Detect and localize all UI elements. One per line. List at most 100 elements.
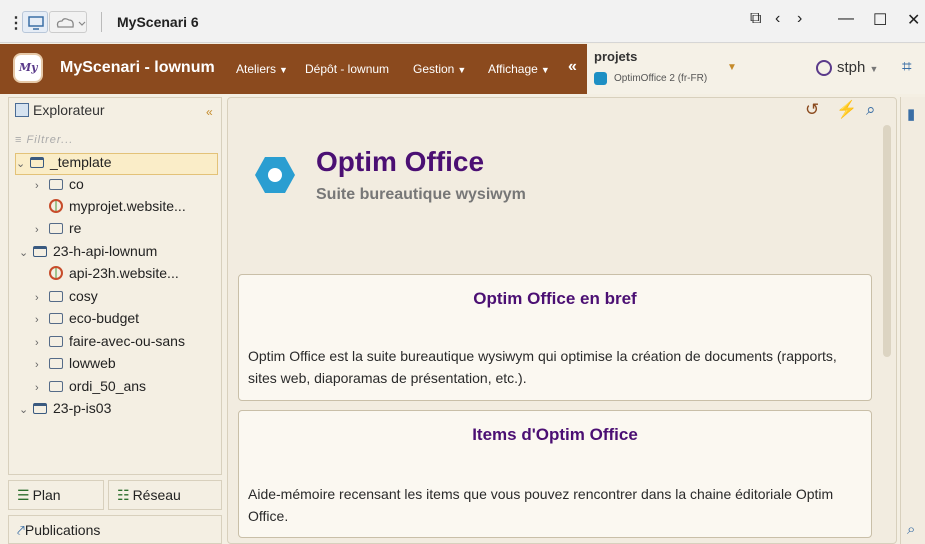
tree-item[interactable]: › faire-avec-ou-sans bbox=[9, 333, 221, 355]
chevron-down-icon[interactable]: ⌄ bbox=[16, 157, 30, 170]
user-area: stph ▼ ⌗ bbox=[785, 44, 925, 94]
folder-icon bbox=[49, 358, 63, 369]
card-body: Aide-mémoire recensant les items que vou… bbox=[248, 486, 834, 524]
chevron-down-icon: ▼ bbox=[457, 65, 467, 75]
bookmark-icon[interactable]: ▮ bbox=[907, 105, 915, 123]
folder-icon bbox=[49, 336, 63, 347]
tree-item[interactable]: › re bbox=[9, 220, 221, 242]
network-icon: ☷ bbox=[117, 487, 130, 503]
chevron-right-icon[interactable]: › bbox=[35, 337, 49, 349]
zoom-search-icon[interactable]: ⌕ bbox=[907, 521, 915, 538]
chevron-down-icon: ▼ bbox=[279, 65, 288, 75]
menu-depot[interactable]: Dépôt - lownum bbox=[305, 62, 389, 76]
history-icon[interactable]: ↺ bbox=[805, 100, 819, 120]
tab-label: Plan bbox=[32, 487, 61, 503]
workspace-icon bbox=[33, 246, 47, 257]
explorer-icon bbox=[15, 103, 29, 117]
folder-icon bbox=[49, 381, 63, 392]
card-body: Optim Office est la suite bureautique wy… bbox=[248, 348, 837, 386]
fullscreen-icon[interactable]: ⌗ bbox=[902, 57, 912, 77]
tree-item[interactable]: ⌄ 23-p-is03 bbox=[9, 400, 221, 422]
chevron-right-icon[interactable]: › bbox=[35, 180, 49, 192]
explorer-panel: Explorateur « ≡ Filtrer... ⌄ _template › c… bbox=[8, 97, 222, 475]
pip-icon[interactable]: ⧉ bbox=[750, 10, 761, 28]
window-titlebar: ⋮ MyScenari 6 ⧉ ‹ › — ☐ ✕ bbox=[0, 0, 925, 43]
card-title: Optim Office en bref bbox=[473, 289, 637, 308]
collapse-explorer-button[interactable]: « bbox=[206, 105, 213, 119]
filter-placeholder: Filtrer... bbox=[26, 134, 74, 146]
filter-input[interactable]: ≡ Filtrer... bbox=[15, 134, 73, 146]
tree-item[interactable]: ⌄ 23-h-api-lownum bbox=[9, 243, 221, 265]
tab-plan[interactable]: ☰ Plan bbox=[8, 480, 104, 510]
tree-item[interactable]: myprojet.website... bbox=[9, 198, 221, 220]
user-name: stph bbox=[837, 59, 866, 76]
optimoffice-icon bbox=[594, 72, 607, 85]
website-icon bbox=[49, 199, 63, 213]
tree-item-label: re bbox=[69, 220, 82, 236]
chevron-down-icon[interactable]: ⌄ bbox=[19, 403, 33, 416]
tree-item-label: faire-avec-ou-sans bbox=[69, 333, 185, 349]
user-menu[interactable]: stph ▼ bbox=[837, 59, 878, 76]
tree-item-label: api-23h.website... bbox=[69, 265, 179, 281]
app-title: MyScenari - lownum bbox=[60, 59, 215, 76]
publications-icon: ⤤ bbox=[17, 522, 25, 538]
menu-affichage[interactable]: Affichage ▼ bbox=[488, 62, 550, 76]
scrollbar[interactable] bbox=[883, 125, 891, 357]
chevron-right-icon[interactable]: › bbox=[35, 359, 49, 371]
maximize-icon[interactable]: ☐ bbox=[873, 10, 887, 30]
tree-item[interactable]: ⌄ _template bbox=[15, 153, 218, 175]
tree-item-label: myprojet.website... bbox=[69, 198, 186, 214]
tab-label: Réseau bbox=[132, 487, 181, 503]
menu-label: Ateliers bbox=[236, 62, 277, 76]
section-card[interactable]: Optim Office en bref Optim Office est la… bbox=[238, 274, 872, 401]
tree-item[interactable]: › eco-budget bbox=[9, 310, 221, 332]
project-value: OptimOffice 2 (fr-FR) bbox=[614, 73, 708, 84]
menu-gestion[interactable]: Gestion ▼ bbox=[413, 62, 466, 76]
back-icon[interactable]: ‹ bbox=[775, 10, 780, 28]
user-icon bbox=[816, 60, 832, 76]
tree-item[interactable]: api-23h.website... bbox=[9, 265, 221, 287]
logo-text: My bbox=[19, 61, 38, 74]
menu-label: Affichage bbox=[488, 62, 538, 76]
publications-panel[interactable]: ⤤Publications bbox=[8, 515, 222, 544]
close-icon[interactable]: ✕ bbox=[907, 10, 920, 30]
app-logo[interactable]: My bbox=[13, 53, 43, 83]
section-card[interactable]: Items d'Optim Office Aide-mémoire recens… bbox=[238, 410, 872, 538]
plan-icon: ☰ bbox=[17, 487, 30, 503]
tree-item[interactable]: › co bbox=[9, 176, 221, 198]
folder-icon bbox=[49, 223, 63, 234]
project-selector[interactable]: projets OptimOffice 2 (fr-FR) ▼ bbox=[587, 44, 785, 94]
tree-item[interactable]: › cosy bbox=[9, 288, 221, 310]
tree-item-label: _template bbox=[50, 154, 112, 170]
tab-reseau[interactable]: ☷ Réseau bbox=[108, 480, 222, 510]
menu-label: Dépôt - lownum bbox=[305, 62, 390, 76]
tree-item[interactable]: › ordi_50_ans bbox=[9, 378, 221, 400]
search-icon[interactable]: ⌕ bbox=[866, 100, 876, 120]
chevron-right-icon[interactable]: › bbox=[35, 314, 49, 326]
tree-item-label: lowweb bbox=[69, 355, 116, 371]
chevron-right-icon[interactable]: › bbox=[35, 292, 49, 304]
collapse-menu-button[interactable]: « bbox=[568, 58, 577, 76]
document-subtitle: Suite bureautique wysiwym bbox=[316, 186, 526, 203]
folder-icon bbox=[49, 179, 63, 190]
chevron-down-icon[interactable]: ⌄ bbox=[19, 246, 33, 259]
project-label: projets bbox=[594, 49, 638, 64]
chevron-down-icon: ▼ bbox=[540, 65, 550, 75]
tree-item-label: 23-p-is03 bbox=[53, 400, 112, 416]
chevron-right-icon[interactable]: › bbox=[35, 382, 49, 394]
tree-item[interactable]: › lowweb bbox=[9, 355, 221, 377]
chevron-right-icon[interactable]: › bbox=[35, 224, 49, 236]
folder-icon bbox=[49, 291, 63, 302]
cloud-icon[interactable] bbox=[49, 11, 87, 33]
lightning-icon[interactable]: ⚡ bbox=[836, 100, 857, 120]
forward-icon[interactable]: › bbox=[797, 10, 802, 28]
tree-item-label: eco-budget bbox=[69, 310, 140, 326]
menu-ateliers[interactable]: Ateliers ▼ bbox=[236, 62, 288, 76]
menu-label: Gestion bbox=[413, 62, 455, 76]
minimize-icon[interactable]: — bbox=[838, 10, 854, 28]
right-toolbar: ▮ ⌕ bbox=[900, 97, 925, 544]
publications-label: Publications bbox=[24, 522, 101, 538]
tree-item-label: co bbox=[69, 176, 84, 192]
chevron-down-icon: ▼ bbox=[869, 64, 879, 74]
monitor-icon[interactable] bbox=[22, 11, 48, 33]
